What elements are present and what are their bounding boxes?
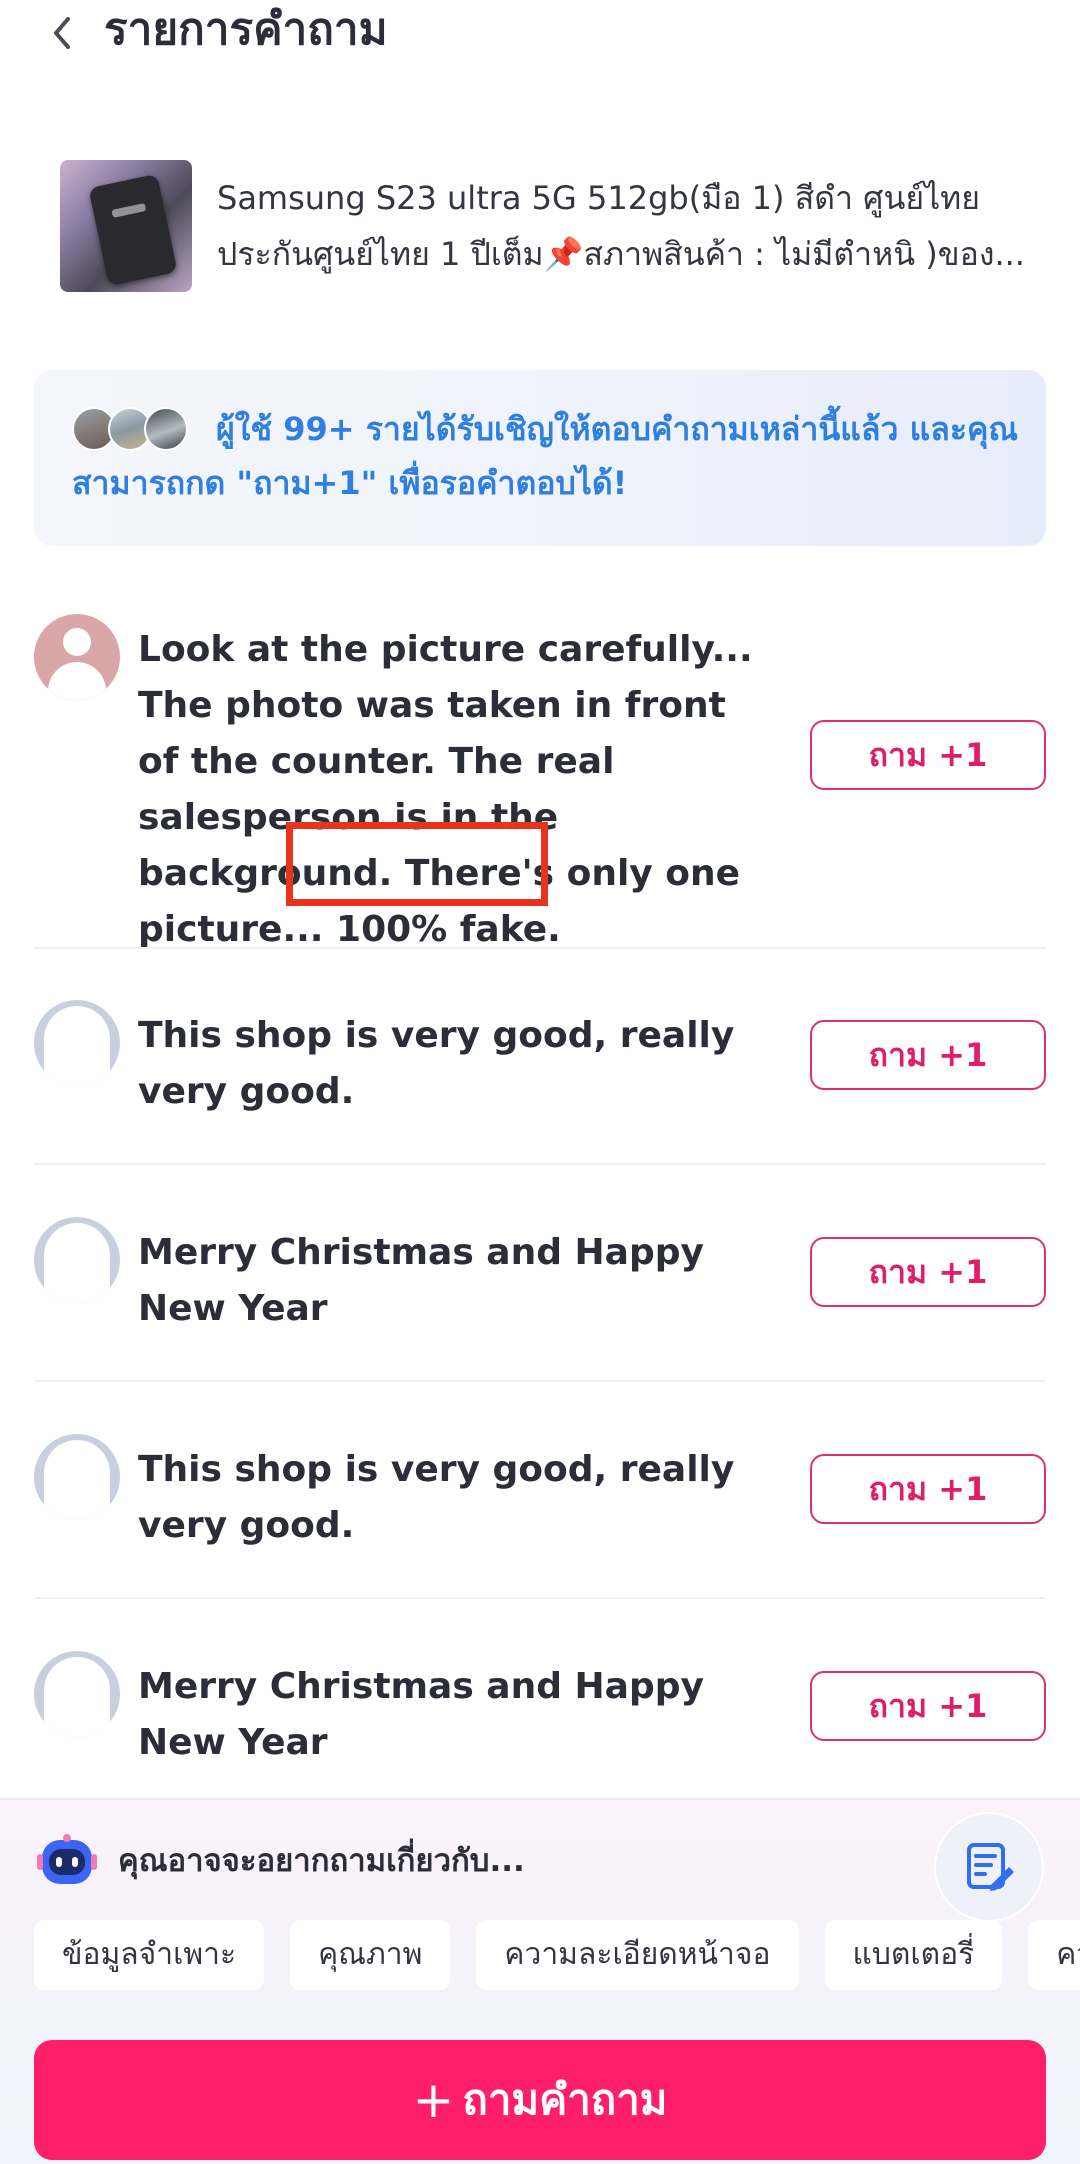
- edit-note-icon: [967, 1843, 1014, 1891]
- ask-plus-one-button[interactable]: ถาม +1: [810, 1237, 1046, 1307]
- page-title: รายการคำถาม: [104, 4, 388, 55]
- avatar: [34, 1217, 120, 1303]
- ask-plus-one-button[interactable]: ถาม +1: [810, 1671, 1046, 1741]
- banner-text: ผู้ใช้ 99+ รายได้รับเชิญให้ตอบคำถามเหล่า…: [72, 410, 1019, 502]
- question-item: This shop is very good, really very good…: [34, 1000, 1046, 1130]
- divider: [34, 947, 1046, 949]
- suggestion-title: คุณอาจจะอยากถามเกี่ยวกับ...: [118, 1843, 525, 1879]
- ask-question-button[interactable]: + ถามคำถาม: [34, 2040, 1046, 2160]
- highlight-annotation: [286, 822, 548, 906]
- avatar: [34, 614, 120, 700]
- question-text: Look at the picture carefully... The pho…: [138, 629, 753, 950]
- question-text: Merry Christmas and Happy New Year: [138, 1666, 704, 1763]
- avatar: [34, 1651, 120, 1737]
- suggestion-chip[interactable]: คุณภาพ: [290, 1920, 451, 1990]
- suggestion-chip[interactable]: ข้อมูลจำเพาะ: [34, 1920, 265, 1990]
- invited-users-banner: ผู้ใช้ 99+ รายได้รับเชิญให้ตอบคำถามเหล่า…: [34, 370, 1046, 546]
- header: รายการคำถาม: [0, 0, 1080, 70]
- question-text: Merry Christmas and Happy New Year: [138, 1232, 704, 1329]
- suggestion-chips: ข้อมูลจำเพาะ คุณภาพ ความละเอียดหน้าจอ แบตเต…: [34, 1920, 1080, 1990]
- question-text: This shop is very good, really very good…: [138, 1449, 735, 1546]
- divider: [34, 1163, 1046, 1165]
- divider: [34, 1597, 1046, 1599]
- product-title-line-2: ประกันศูนย์ไทย 1 ปีเต็ม📌สภาพสินค้า : ไม่…: [217, 235, 1025, 273]
- ask-plus-one-button[interactable]: ถาม +1: [810, 1454, 1046, 1524]
- avatar: [34, 1434, 120, 1520]
- divider: [34, 1380, 1046, 1382]
- product-title-line-1: Samsung S23 ultra 5G 512gb(มือ 1) สีดำ ศ…: [217, 179, 981, 217]
- suggestion-chip[interactable]: ความละเอียดหน้าจอ: [476, 1920, 799, 1990]
- suggestion-chip[interactable]: คว: [1028, 1920, 1080, 1990]
- suggestion-chip[interactable]: แบตเตอรี่: [824, 1920, 1003, 1990]
- ask-plus-one-button[interactable]: ถาม +1: [810, 720, 1046, 790]
- back-button[interactable]: [42, 8, 82, 58]
- edit-question-button[interactable]: [934, 1812, 1044, 1922]
- question-item: Merry Christmas and Happy New Year ถาม +…: [34, 1217, 1046, 1347]
- question-text: This shop is very good, really very good…: [138, 1015, 735, 1112]
- product-image[interactable]: [60, 160, 192, 292]
- plus-icon: +: [412, 2071, 455, 2129]
- ask-plus-one-button[interactable]: ถาม +1: [810, 1020, 1046, 1090]
- avatar: [34, 1000, 120, 1086]
- question-item: This shop is very good, really very good…: [34, 1434, 1046, 1564]
- question-item: Merry Christmas and Happy New Year ถาม +…: [34, 1651, 1046, 1781]
- product-summary[interactable]: Samsung S23 ultra 5G 512gb(มือ 1) สีดำ ศ…: [60, 160, 1040, 292]
- chevron-left-icon: [54, 17, 70, 49]
- product-title: Samsung S23 ultra 5G 512gb(มือ 1) สีดำ ศ…: [217, 170, 1047, 282]
- robot-icon: [37, 1834, 97, 1884]
- ask-question-label: ถามคำถาม: [462, 2075, 668, 2124]
